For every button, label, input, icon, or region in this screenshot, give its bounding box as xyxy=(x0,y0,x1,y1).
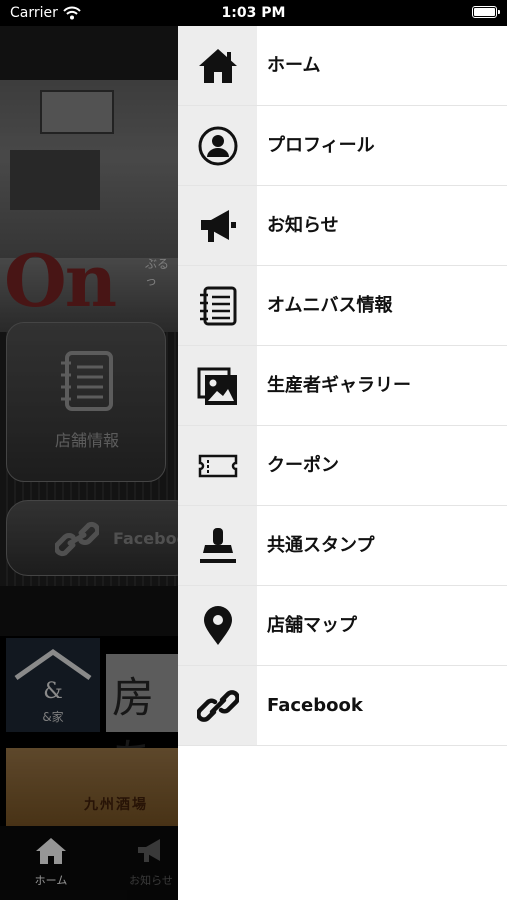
gallery-icon xyxy=(197,367,237,405)
background-content[interactable]: On ぶるっ 店舗情報 Faceboo xyxy=(0,26,178,900)
menu-icon-cell xyxy=(178,106,257,185)
menu-item-coupon[interactable]: クーポン xyxy=(178,426,507,506)
menu-item-stamp[interactable]: 共通スタンプ xyxy=(178,506,507,586)
dim-overlay[interactable] xyxy=(0,26,178,900)
menu-item-omnibus[interactable]: オムニバス情報 xyxy=(178,266,507,346)
menu-item-label: 共通スタンプ xyxy=(267,535,375,556)
menu-icon-cell xyxy=(178,26,257,105)
notebook-icon xyxy=(200,286,237,326)
battery-icon xyxy=(472,6,500,18)
menu-item-news[interactable]: お知らせ xyxy=(178,186,507,266)
menu-item-profile[interactable]: プロフィール xyxy=(178,106,507,186)
menu-item-label: プロフィール xyxy=(267,135,375,156)
status-bar: Carrier 1:03 PM xyxy=(0,0,507,26)
menu-icon-cell xyxy=(178,426,257,505)
megaphone-icon xyxy=(201,210,236,242)
stamp-icon xyxy=(200,528,236,563)
menu-item-label: クーポン xyxy=(267,455,339,476)
clock: 1:03 PM xyxy=(221,5,286,21)
menu-icon-cell xyxy=(178,586,257,665)
profile-icon xyxy=(198,126,238,166)
menu-item-label: 生産者ギャラリー xyxy=(267,375,411,396)
side-drawer-menu: ホーム プロフィール お知らせ オムニバス情報 生産者ギャラリー クーポン 共通… xyxy=(178,26,507,900)
menu-item-label: お知らせ xyxy=(267,215,339,236)
link-icon xyxy=(197,690,239,722)
menu-icon-cell xyxy=(178,186,257,265)
coupon-icon xyxy=(198,454,238,478)
menu-item-label: Facebook xyxy=(267,695,363,716)
home-icon xyxy=(199,49,237,83)
menu-item-label: 店舗マップ xyxy=(267,615,357,636)
map-pin-icon xyxy=(204,606,232,645)
menu-icon-cell xyxy=(178,266,257,345)
menu-item-gallery[interactable]: 生産者ギャラリー xyxy=(178,346,507,426)
menu-item-store-map[interactable]: 店舗マップ xyxy=(178,586,507,666)
menu-icon-cell xyxy=(178,506,257,585)
menu-item-home[interactable]: ホーム xyxy=(178,26,507,106)
menu-item-facebook[interactable]: Facebook xyxy=(178,666,507,746)
menu-icon-cell xyxy=(178,346,257,425)
menu-item-label: オムニバス情報 xyxy=(267,295,393,316)
menu-item-label: ホーム xyxy=(267,55,321,76)
menu-icon-cell xyxy=(178,666,257,745)
